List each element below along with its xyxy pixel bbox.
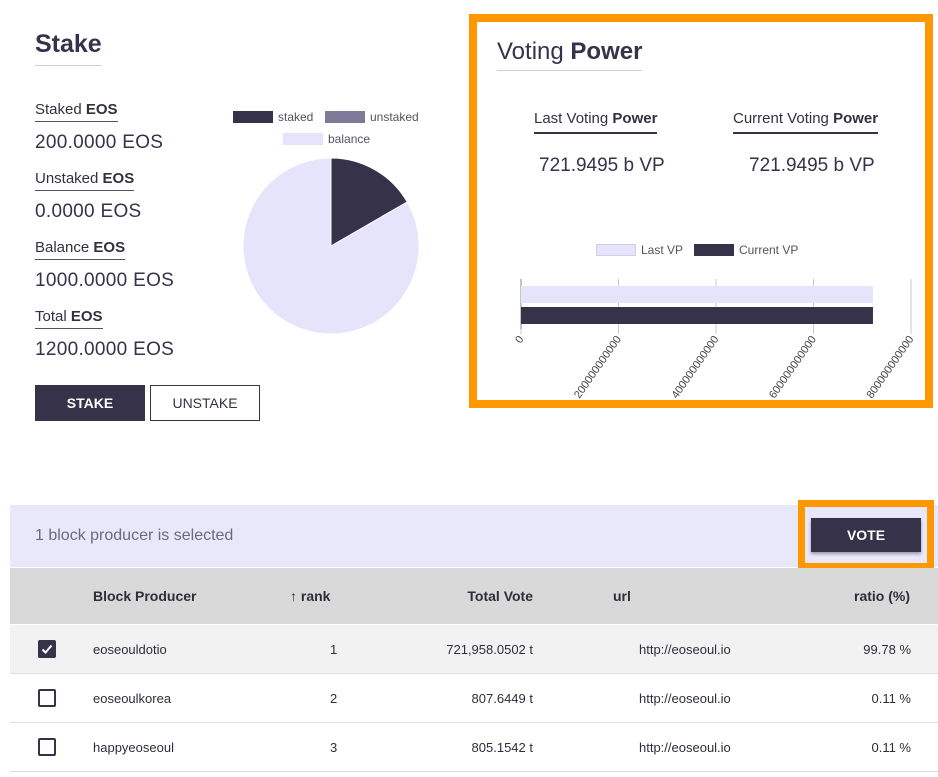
unstake-button[interactable]: UNSTAKE xyxy=(150,385,260,421)
x-tick-label: 200000000000 xyxy=(572,334,624,399)
bar-current-vp xyxy=(521,307,873,324)
header-total-vote[interactable]: Total Vote xyxy=(467,588,533,604)
stake-pie-chart xyxy=(242,157,420,335)
unstaked-label: Unstaked EOS xyxy=(35,170,135,191)
cell-total-vote: 805.1542 t xyxy=(471,740,533,755)
header-url[interactable]: url xyxy=(613,588,631,604)
cell-url[interactable]: http://eoseoul.io xyxy=(639,642,731,657)
staked-label: Staked EOS xyxy=(35,101,118,122)
current-voting-power-label: Current Voting Power xyxy=(733,110,879,134)
current-voting-power-value: 721.9495 b VP xyxy=(749,155,875,176)
cell-producer: happyeoseoul xyxy=(93,740,174,755)
voting-power-bar-chart: 0 200000000000 400000000000 600000000000 800… xyxy=(513,279,917,399)
last-vp-swatch xyxy=(596,244,636,256)
bar-legend-label: Current VP xyxy=(739,243,799,257)
x-tick-label: 400000000000 xyxy=(670,334,722,399)
row-checkbox[interactable] xyxy=(38,738,56,756)
x-tick-label: 0 xyxy=(513,334,526,346)
x-tick-label: 600000000000 xyxy=(767,334,819,399)
sort-arrow-up-icon: ↑ xyxy=(290,588,297,604)
vote-button[interactable]: VOTE xyxy=(811,518,921,552)
row-checkbox[interactable] xyxy=(38,689,56,707)
selection-status: 1 block producer is selected xyxy=(35,527,234,544)
bar-last-vp xyxy=(521,286,873,303)
vote-button-highlight: VOTE xyxy=(798,500,934,570)
pie-legend-label: balance xyxy=(328,132,371,146)
balance-label: Balance EOS xyxy=(35,239,126,260)
cell-ratio: 99.78 % xyxy=(863,642,911,657)
cell-ratio: 0.11 % xyxy=(871,740,911,755)
header-rank[interactable]: ↑ rank xyxy=(290,588,330,604)
bar-legend-label: Last VP xyxy=(641,243,684,257)
current-vp-swatch xyxy=(694,244,734,256)
pie-legend-balance: balance xyxy=(283,132,370,146)
pie-legend-staked: staked xyxy=(233,110,313,124)
cell-producer: eoseouldotio xyxy=(93,642,167,657)
cell-ratio: 0.11 % xyxy=(871,691,911,706)
cell-url[interactable]: http://eoseoul.io xyxy=(639,740,731,755)
cell-url[interactable]: http://eoseoul.io xyxy=(639,691,731,706)
cell-producer: eoseoulkorea xyxy=(93,691,172,706)
cell-rank: 1 xyxy=(330,642,338,657)
pie-legend-unstaked: unstaked xyxy=(325,110,419,124)
pie-legend-label: unstaked xyxy=(370,110,419,124)
checkmark-icon xyxy=(41,644,53,654)
voting-power-title: Voting Power xyxy=(497,38,643,71)
table-row[interactable]: happyeoseoul 3 805.1542 t http://eoseoul… xyxy=(10,723,938,772)
unstaked-value: 0.0000 EOS xyxy=(35,201,142,222)
row-checkbox[interactable] xyxy=(38,640,56,658)
staked-value: 200.0000 EOS xyxy=(35,132,164,153)
cell-rank: 3 xyxy=(330,740,338,755)
total-label: Total EOS xyxy=(35,308,103,329)
table-header: Block Producer ↑ rank Total Vote url rat… xyxy=(10,568,938,624)
balance-swatch xyxy=(283,133,323,145)
x-tick-label: 800000000000 xyxy=(865,334,917,399)
unstaked-swatch xyxy=(325,111,365,123)
header-block-producer[interactable]: Block Producer xyxy=(93,588,196,604)
last-voting-power-label: Last Voting Power xyxy=(534,110,658,134)
table-row[interactable]: eoseouldotio 1 721,958.0502 t http://eos… xyxy=(10,625,938,674)
cell-rank: 2 xyxy=(330,691,338,706)
cell-total-vote: 807.6449 t xyxy=(471,691,533,706)
stake-button[interactable]: STAKE xyxy=(35,385,145,421)
pie-legend-label: staked xyxy=(278,110,314,124)
staked-swatch xyxy=(233,111,273,123)
bar-legend-last: Last VP xyxy=(596,243,683,257)
bar-legend-current: Current VP xyxy=(694,243,798,257)
table-row[interactable]: eoseoulkorea 2 807.6449 t http://eoseoul… xyxy=(10,674,938,723)
header-rank-label: rank xyxy=(300,588,331,604)
cell-total-vote: 721,958.0502 t xyxy=(446,642,533,657)
voting-power-panel: Voting Power Last Voting Power 721.9495 … xyxy=(469,14,933,408)
balance-value: 1000.0000 EOS xyxy=(35,270,175,291)
header-ratio[interactable]: ratio (%) xyxy=(854,588,910,604)
stake-title: Stake xyxy=(35,30,102,66)
total-value: 1200.0000 EOS xyxy=(35,339,175,360)
last-voting-power-value: 721.9495 b VP xyxy=(539,155,665,176)
